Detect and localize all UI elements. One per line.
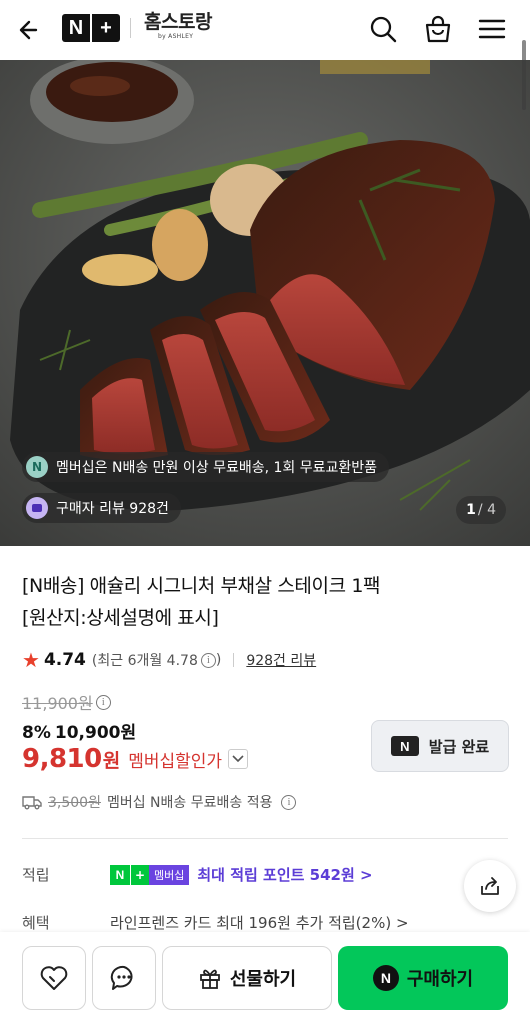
rating-score: 4.74 <box>43 650 86 670</box>
shipping-fee-original: 3,500원 <box>48 795 101 811</box>
member-price-label: 멤버십할인가 <box>128 751 223 772</box>
talk-talk-button[interactable] <box>92 946 156 1010</box>
chat-bubble-icon <box>110 965 133 990</box>
max-points-text: 최대 적립 포인트 542원 > <box>197 866 373 884</box>
perks-row[interactable]: 혜택 라인프렌즈 카드 최대 196원 추가 적립(2%) > <box>22 912 409 933</box>
header-divider <box>130 18 131 38</box>
membership-shipping-notice: N 멤버십은 N배송 만원 이상 무료배송, 1회 무료교환반품 <box>22 452 390 482</box>
nplus-logo[interactable]: N + <box>62 14 120 42</box>
original-price-row: 11,900원 i <box>22 690 111 714</box>
search-icon[interactable] <box>366 12 400 46</box>
member-price-row: 9,810 원 멤버십할인가 <box>22 744 249 774</box>
member-price: 9,810 <box>22 744 102 774</box>
shipping-info-icon[interactable]: i <box>281 794 297 810</box>
original-price: 11,900원 <box>22 694 93 713</box>
points-row[interactable]: 적립 N + 멤버십 최대 적립 포인트 542원 > <box>22 864 373 885</box>
naver-n-icon: N <box>390 736 419 756</box>
gift-icon <box>199 969 220 989</box>
rating-divider <box>233 653 235 667</box>
discount-percent: 8% <box>22 723 51 743</box>
gift-button[interactable]: 선물하기 <box>162 946 332 1010</box>
store-brand[interactable]: 홈스토랑 by ASHLEY <box>144 11 212 41</box>
store-brand-name: 홈스토랑 <box>144 11 212 33</box>
buyer-review-chip[interactable]: 구매자 리뷰 928건 <box>22 493 181 523</box>
info-icon[interactable]: i <box>200 652 216 668</box>
top-header: N + 홈스토랑 by ASHLEY <box>0 0 530 60</box>
perks-label: 혜택 <box>22 914 50 932</box>
bottom-action-bar: 선물하기 N 구매하기 <box>0 932 530 1024</box>
product-image-carousel[interactable]: N 멤버십은 N배송 만원 이상 무료배송, 1회 무료교환반품 구매자 리뷰 … <box>0 60 530 546</box>
discount-row: 8% 10,900원 <box>22 718 136 743</box>
shipping-text: 멤버십 N배송 무료배송 적용 <box>106 795 273 811</box>
truck-icon <box>22 796 42 810</box>
n-delivery-icon: N <box>26 456 48 478</box>
buy-button[interactable]: N 구매하기 <box>338 946 508 1010</box>
recent-rating: (최근 6개월 4.78 <box>91 653 198 669</box>
scrollbar[interactable] <box>522 40 526 110</box>
review-icon <box>26 497 48 519</box>
image-counter: 1 / 4 <box>456 496 506 524</box>
wishlist-button[interactable] <box>22 946 86 1010</box>
rating-row: ★ 4.74 (최근 6개월 4.78 i ) 928건 리뷰 <box>22 648 317 672</box>
nplus-membership-badge: N + 멤버십 <box>110 864 190 885</box>
share-icon <box>481 877 499 895</box>
card-points-text: 라인프렌즈 카드 최대 196원 추가 적립(2%) > <box>110 914 409 932</box>
store-brand-sub: by ASHLEY <box>158 33 194 40</box>
points-label: 적립 <box>22 866 50 884</box>
menu-icon[interactable] <box>475 12 509 46</box>
product-title: [N배송] 애슐리 시그니처 부채살 스테이크 1팩 [원산지:상세설명에 표시… <box>22 575 381 629</box>
share-button[interactable] <box>464 860 516 912</box>
discount-price: 10,900원 <box>54 723 137 743</box>
coupon-issued-button[interactable]: N 발급 완료 <box>371 720 509 772</box>
section-divider <box>22 838 508 839</box>
price-info-icon[interactable]: i <box>95 694 111 710</box>
review-count-link[interactable]: 928건 리뷰 <box>246 650 316 670</box>
back-arrow-icon[interactable] <box>14 13 48 47</box>
heart-icon <box>40 966 68 990</box>
naver-pay-icon: N <box>372 965 399 991</box>
shipping-row: 3,500원 멤버십 N배송 무료배송 적용 i <box>22 792 297 812</box>
chevron-down-icon[interactable] <box>228 749 249 769</box>
star-icon: ★ <box>22 648 40 672</box>
shopping-bag-icon[interactable] <box>421 12 455 46</box>
